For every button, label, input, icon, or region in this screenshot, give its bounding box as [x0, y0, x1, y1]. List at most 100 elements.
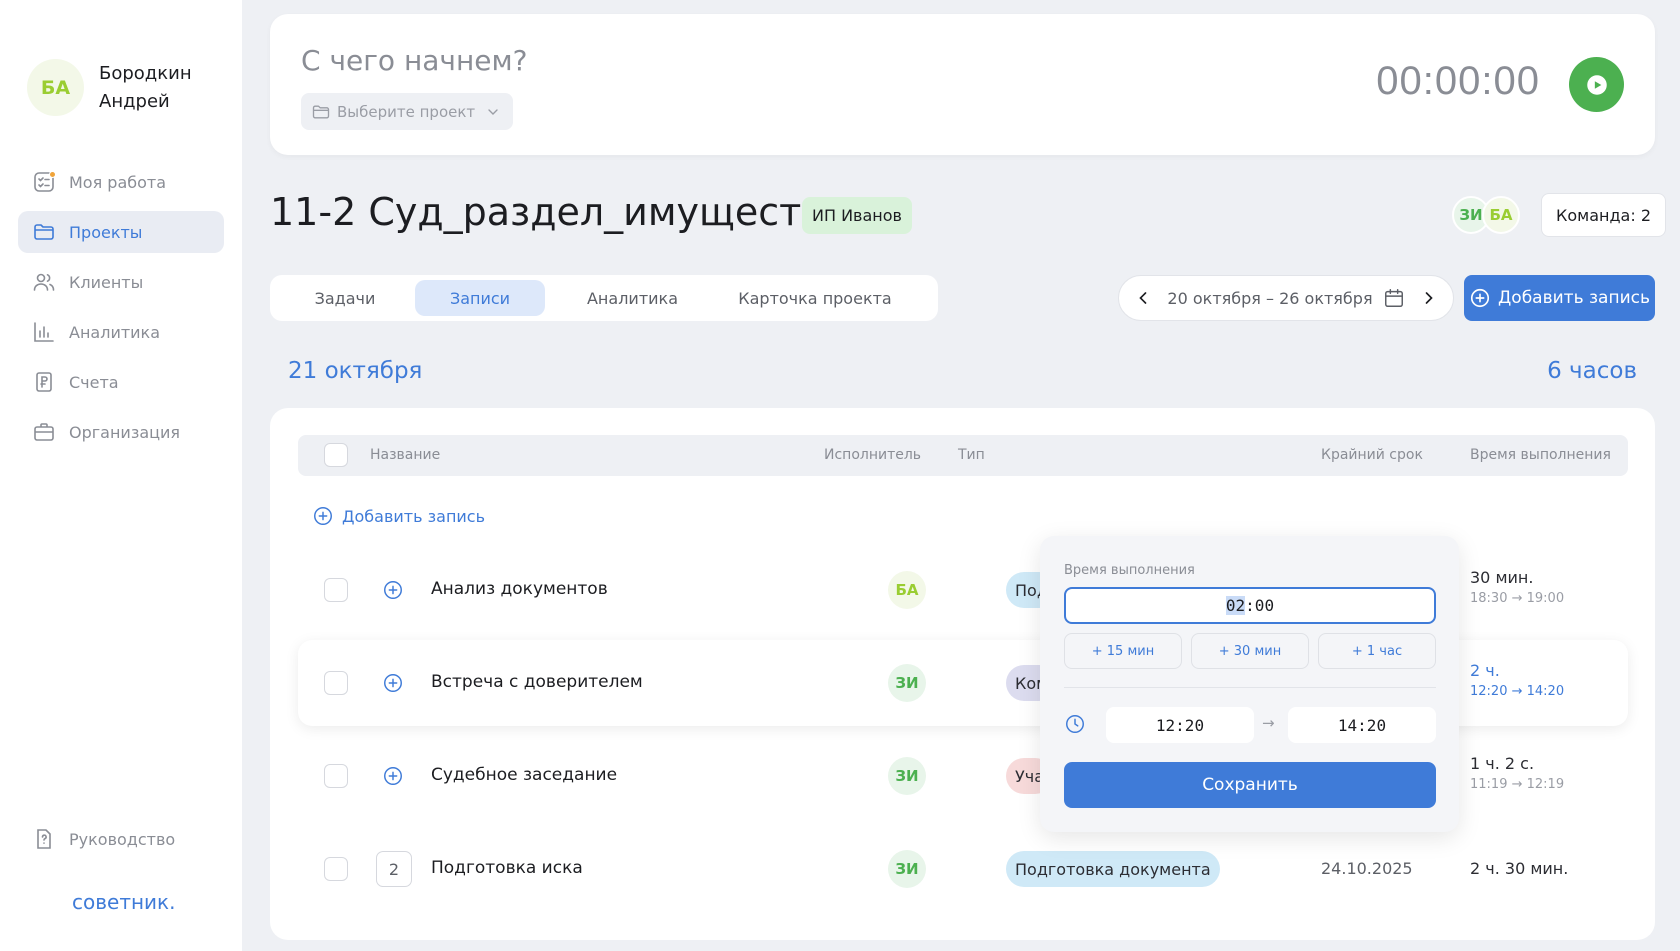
sidebar-item-label: Клиенты	[69, 272, 144, 292]
row-checkbox[interactable]	[324, 578, 348, 602]
start-timer-button[interactable]	[1569, 57, 1624, 112]
add-subtask-icon[interactable]	[382, 579, 404, 601]
duration-value: 2 ч. 30 мин.	[1470, 859, 1569, 878]
duration-range: 18:30 → 19:00	[1470, 591, 1565, 606]
add-record-label: Добавить запись	[1498, 288, 1650, 308]
row-duration[interactable]: 2 ч. 30 мин.	[1470, 859, 1568, 878]
avatar: ЗИ	[888, 664, 926, 702]
avatar: БА	[27, 59, 84, 116]
checklist-icon	[32, 170, 56, 194]
duration-value: 1 ч. 2 с.	[1470, 754, 1535, 773]
day-label: 21 октября	[288, 358, 423, 384]
folder-icon	[312, 105, 330, 118]
add-record-inline-button[interactable]: Добавить запись	[312, 505, 485, 527]
invoice-icon	[32, 370, 56, 394]
row-checkbox[interactable]	[324, 857, 348, 881]
briefcase-icon	[32, 420, 56, 444]
sidebar-item-clients[interactable]: Клиенты	[18, 261, 224, 303]
duration-value: 30 мин.	[1470, 568, 1534, 587]
folder-icon	[32, 220, 56, 244]
duration-minutes: :00	[1245, 596, 1275, 615]
timer-description-input[interactable]: С чего начнем?	[301, 44, 528, 77]
subtask-count-badge[interactable]: 2	[376, 851, 412, 887]
day-total: 6 часов	[1547, 358, 1637, 384]
sidebar-item-analytics[interactable]: Аналитика	[18, 311, 224, 353]
help-doc-icon	[37, 829, 51, 849]
duration-range: 12:20 → 14:20	[1470, 684, 1565, 699]
select-all-checkbox[interactable]	[324, 443, 348, 467]
table-header: Название Исполнитель Тип Крайний срок Вр…	[298, 435, 1628, 476]
project-select[interactable]: Выберите проект	[301, 93, 514, 130]
sidebar-item-label: Организация	[69, 422, 181, 442]
row-checkbox[interactable]	[324, 764, 348, 788]
date-range[interactable]: 20 октября – 26 октября	[1167, 287, 1404, 309]
sidebar-item-label: Счета	[69, 372, 119, 392]
sidebar-item-label: Моя работа	[69, 172, 167, 192]
plus-circle-icon	[1470, 288, 1490, 308]
avatar: БА	[1482, 196, 1520, 234]
team-button[interactable]: Команда: 2	[1541, 193, 1667, 237]
add-1-hour-button[interactable]: + 1 час	[1318, 633, 1436, 669]
save-button[interactable]: Сохранить	[1064, 762, 1436, 808]
row-duration[interactable]: 1 ч. 2 с. 11:19 → 12:19	[1470, 754, 1564, 792]
chevron-right-icon[interactable]	[1419, 288, 1439, 308]
table-row[interactable]: 2 Подготовка иска ЗИ Подготовка документ…	[298, 826, 1628, 912]
sidebar-item-my-work[interactable]: Моя работа	[18, 161, 224, 203]
tab-tasks[interactable]: Задачи	[275, 280, 415, 316]
sidebar-item-guide[interactable]: Руководство	[32, 827, 175, 851]
column-header-type[interactable]: Тип	[958, 447, 985, 463]
divider	[1064, 687, 1436, 688]
column-header-deadline[interactable]: Крайний срок	[1321, 447, 1423, 463]
tab-analytics[interactable]: Аналитика	[545, 280, 720, 316]
column-header-executor[interactable]: Исполнитель	[824, 447, 921, 463]
start-time-input[interactable]: 12:20	[1106, 707, 1254, 743]
column-header-duration[interactable]: Время выполнения	[1470, 447, 1611, 463]
chevron-down-icon	[488, 108, 498, 115]
sidebar-item-label: Аналитика	[69, 322, 161, 342]
add-record-button[interactable]: Добавить запись	[1464, 275, 1655, 321]
add-15-min-button[interactable]: + 15 мин	[1064, 633, 1182, 669]
row-name: Встреча с доверителем	[431, 672, 643, 692]
team-avatars[interactable]: ЗИ БА	[1452, 196, 1520, 234]
duration-input[interactable]: 02:00	[1064, 587, 1436, 624]
project-select-label: Выберите проект	[337, 102, 476, 121]
column-header-name[interactable]: Название	[370, 447, 440, 463]
users-icon	[32, 270, 56, 294]
client-badge[interactable]: ИП Иванов	[802, 197, 912, 234]
row-name: Подготовка иска	[431, 858, 583, 878]
chevron-left-icon[interactable]	[1133, 288, 1153, 308]
avatar: ЗИ	[888, 850, 926, 888]
page-title: 11-2 Суд_раздел_имущества	[270, 190, 847, 234]
add-record-inline-label: Добавить запись	[342, 506, 486, 526]
sidebar-item-label: Руководство	[69, 829, 176, 849]
tab-records[interactable]: Записи	[415, 280, 545, 316]
sidebar-item-invoices[interactable]: Счета	[18, 361, 224, 403]
add-subtask-icon[interactable]	[382, 765, 404, 787]
notification-dot	[49, 171, 56, 178]
duration-edit-popover: Время выполнения 02:00 + 15 мин + 30 мин…	[1040, 536, 1459, 832]
row-duration[interactable]: 2 ч. 12:20 → 14:20	[1470, 661, 1564, 699]
project-tabs: Задачи Записи Аналитика Карточка проекта	[270, 275, 938, 321]
calendar-icon	[1384, 289, 1403, 307]
row-deadline: 24.10.2025	[1321, 859, 1413, 878]
row-duration[interactable]: 30 мин. 18:30 → 19:00	[1470, 568, 1564, 606]
arrow-icon: →	[1262, 714, 1275, 732]
end-time-input[interactable]: 14:20	[1288, 707, 1436, 743]
timer-card: С чего начнем? Выберите проект 00:00:00	[270, 14, 1655, 155]
row-checkbox[interactable]	[324, 671, 348, 695]
user-profile[interactable]: БА Бородкин Андрей	[27, 59, 209, 116]
sidebar-item-label: Проекты	[69, 222, 143, 242]
timer-display: 00:00:00	[1376, 59, 1540, 103]
sidebar-nav: Моя работа Проекты Клиенты Аналитика Сче…	[18, 161, 224, 461]
sidebar-item-projects[interactable]: Проекты	[18, 211, 224, 253]
add-30-min-button[interactable]: + 30 мин	[1191, 633, 1309, 669]
sidebar-item-organization[interactable]: Организация	[18, 411, 224, 453]
duration-range: 11:19 → 12:19	[1470, 777, 1565, 792]
avatar: БА	[888, 571, 926, 609]
tab-project-card[interactable]: Карточка проекта	[720, 280, 910, 316]
row-name: Анализ документов	[431, 579, 608, 599]
type-badge: Подготовка документа	[1006, 851, 1220, 887]
add-subtask-icon[interactable]	[382, 672, 404, 694]
popover-label: Время выполнения	[1064, 563, 1195, 578]
clock-icon	[1066, 715, 1084, 733]
